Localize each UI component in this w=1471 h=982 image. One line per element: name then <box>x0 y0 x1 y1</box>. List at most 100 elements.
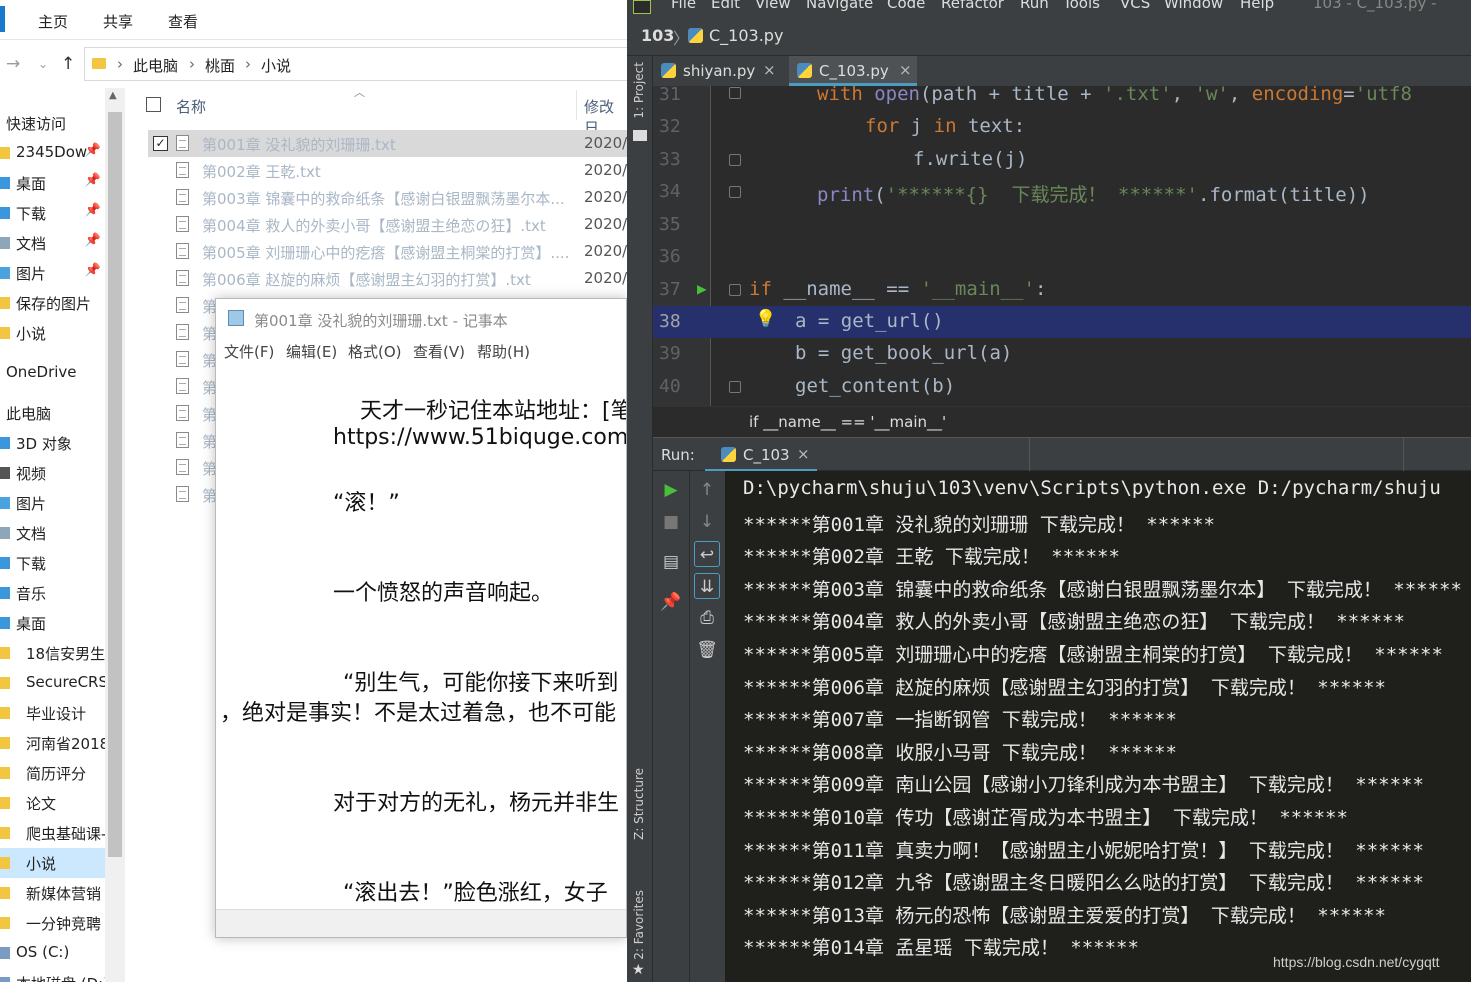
up-arrow-icon[interactable]: ↑ <box>61 54 75 74</box>
menu-view[interactable]: 查看(V) <box>413 341 465 362</box>
file-tab[interactable] <box>0 6 5 32</box>
fold-marker-icon[interactable] <box>729 381 741 393</box>
sidebar-item-novel[interactable]: 小说 <box>0 318 105 348</box>
print-icon[interactable]: ⎙ <box>694 605 720 631</box>
fold-marker-icon[interactable] <box>729 186 741 198</box>
code-line[interactable]: 33 f.write(j) <box>653 144 1471 176</box>
trash-icon[interactable]: 🗑 <box>694 637 720 663</box>
menu-tools[interactable]: Tools <box>1063 0 1100 12</box>
menu-navigate[interactable]: Navigate <box>806 0 873 12</box>
close-icon[interactable]: × <box>763 61 776 79</box>
close-icon[interactable]: × <box>797 445 810 463</box>
sidebar-item-music[interactable]: 音乐 <box>0 578 105 608</box>
code-line[interactable]: 39 b = get_book_url(a) <box>653 338 1471 370</box>
sidebar-item-onedrive[interactable]: OneDrive <box>0 358 105 388</box>
file-row[interactable]: ✓ 第001章 没礼貌的刘珊珊.txt 2020/ <box>148 130 627 157</box>
menu-file[interactable]: 文件(F) <box>224 341 274 362</box>
fold-marker-icon[interactable] <box>729 87 741 99</box>
file-row[interactable]: 第004章 救人的外卖小哥【感谢盟主绝恋の狂】.txt 2020/ <box>148 211 627 238</box>
sidebar-item-documents-pc[interactable]: 文档 <box>0 518 105 548</box>
tool-tab-project[interactable]: 1: Project <box>632 62 646 119</box>
sidebar-item-desktop-pc[interactable]: 桌面 <box>0 608 105 638</box>
forward-arrow-icon[interactable]: → <box>6 54 20 74</box>
menu-edit[interactable]: Edit <box>711 0 740 12</box>
select-all-checkbox[interactable] <box>146 97 161 112</box>
sidebar-item-drive-d[interactable]: 本地磁盘 (D:) <box>0 968 105 982</box>
address-bar[interactable]: › 此电脑 › 桃面 › 小说 <box>84 47 627 81</box>
notepad-text-area[interactable]: 天才一秒记住本站地址：[笔 https://www.51biquge.com “… <box>216 363 626 909</box>
column-header-name[interactable]: 名称 <box>176 96 206 117</box>
sidebar-item-new-media[interactable]: 新媒体营销 <box>0 878 105 908</box>
sidebar-item-this-pc[interactable]: 此电脑 <box>0 398 105 428</box>
fold-marker-icon[interactable] <box>729 284 741 296</box>
sidebar-item-saved-pictures[interactable]: 保存的图片 <box>0 288 105 318</box>
run-console[interactable]: D:\pycharm\shuju\103\venv\Scripts\python… <box>725 471 1471 982</box>
menu-help[interactable]: Help <box>1240 0 1274 12</box>
sidebar-item-3d-objects[interactable]: 3D 对象 <box>0 428 105 458</box>
code-line[interactable]: 36 <box>653 241 1471 273</box>
pin-icon[interactable]: 📌 <box>658 589 684 615</box>
run-tab-c103[interactable]: C_103 × <box>705 438 817 472</box>
sidebar-item-desktop[interactable]: 桌面 📌 <box>0 168 105 198</box>
sidebar-item-crawler[interactable]: 爬虫基础课- <box>0 818 105 848</box>
file-row[interactable]: 第002章 王乾.txt 2020/ <box>148 157 627 184</box>
sidebar-item-graduation[interactable]: 毕业设计 <box>0 698 105 728</box>
arrow-up-icon[interactable]: ↑ <box>694 477 720 503</box>
breadcrumb-novel[interactable]: 小说 <box>261 55 291 76</box>
code-line-current[interactable]: 38 💡 a = get_url() <box>653 306 1471 338</box>
code-line[interactable]: 37 ▶ if __name__ == '__main__': <box>653 274 1471 306</box>
row-checkbox[interactable]: ✓ <box>153 136 168 151</box>
recent-chevron-icon[interactable]: ⌄ <box>38 57 48 71</box>
menu-help[interactable]: 帮助(H) <box>477 341 530 362</box>
file-row[interactable]: 第005章 刘珊珊心中的疙瘩【感谢盟主桐棠的打赏】.... 2020/ <box>148 238 627 265</box>
code-line[interactable]: 34 print('******{} 下载完成！ ******'.format(… <box>653 176 1471 208</box>
menu-file[interactable]: File <box>671 0 696 12</box>
rerun-icon[interactable]: ▶ <box>658 477 684 503</box>
scroll-to-end-icon[interactable]: ⇊ <box>694 573 720 599</box>
nav-project[interactable]: 103 <box>641 26 674 45</box>
close-icon[interactable]: × <box>899 61 912 79</box>
run-gutter-icon[interactable]: ▶ <box>697 279 707 298</box>
sidebar-item-quick-access[interactable]: 快速访问 <box>0 108 105 138</box>
stop-icon[interactable]: ■ <box>658 509 684 535</box>
sidebar-item-one-minute[interactable]: 一分钟竞聘 <box>0 908 105 938</box>
menu-edit[interactable]: 编辑(E) <box>286 341 337 362</box>
nav-file[interactable]: C_103.py <box>709 26 783 45</box>
menu-vcs[interactable]: VCS <box>1120 0 1150 12</box>
sidebar-item-downloads-pc[interactable]: 下载 <box>0 548 105 578</box>
file-row[interactable]: 第003章 锦囊中的救命纸条【感谢白银盟飘荡墨尔本... 2020/ <box>148 184 627 211</box>
lightbulb-icon[interactable]: 💡 <box>755 309 776 329</box>
code-line[interactable]: 31 with open(path + title + '.txt', 'w',… <box>653 79 1471 111</box>
sidebar-item-drive-c[interactable]: OS (C:) <box>0 938 105 968</box>
breadcrumb-scope[interactable]: if __name__ == '__main__' <box>749 413 946 431</box>
file-row[interactable]: 第006章 赵旋的麻烦【感谢盟主幻羽的打赏】.txt 2020/ <box>148 265 627 292</box>
ribbon-tab-share[interactable]: 共享 <box>103 11 133 32</box>
menu-format[interactable]: 格式(O) <box>348 341 402 362</box>
soft-wrap-icon[interactable]: ↩ <box>694 541 720 567</box>
sidebar-item-resume[interactable]: 简历评分 <box>0 758 105 788</box>
notepad-titlebar[interactable]: 第001章 没礼貌的刘珊珊.txt - 记事本 <box>216 299 626 339</box>
layout-icon[interactable]: ▤ <box>658 549 684 575</box>
sidebar-item-securecrs[interactable]: SecureCRS <box>0 668 105 698</box>
breadcrumb-this-pc[interactable]: 此电脑 <box>133 55 178 76</box>
menu-code[interactable]: Code <box>887 0 925 12</box>
sidebar-item-folder-18[interactable]: 18信安男生 <box>0 638 105 668</box>
code-line[interactable]: 35 <box>653 209 1471 241</box>
ribbon-tab-view[interactable]: 查看 <box>168 11 198 32</box>
menu-run[interactable]: Run <box>1020 0 1049 12</box>
code-editor[interactable]: 31 with open(path + title + '.txt', 'w',… <box>653 83 1471 406</box>
sidebar-item-pictures-pc[interactable]: 图片 <box>0 488 105 518</box>
sidebar-item-thesis[interactable]: 论文 <box>0 788 105 818</box>
arrow-down-icon[interactable]: ↓ <box>694 509 720 535</box>
sidebar-item-downloads[interactable]: 下载 📌 <box>0 198 105 228</box>
sidebar-item-documents[interactable]: 文档 📌 <box>0 228 105 258</box>
sidebar-scroll-thumb[interactable] <box>108 112 122 857</box>
ribbon-tab-home[interactable]: 主页 <box>38 11 68 32</box>
breadcrumb-desktop[interactable]: 桃面 <box>205 55 235 76</box>
menu-refactor[interactable]: Refactor <box>941 0 1004 12</box>
menu-window[interactable]: Window <box>1164 0 1223 12</box>
scroll-up-arrow-icon[interactable]: ▲ <box>109 90 117 101</box>
tool-tab-structure[interactable]: Z: Structure <box>632 768 646 840</box>
code-line[interactable]: 32 for j in text: <box>653 111 1471 143</box>
sidebar-item-pictures[interactable]: 图片 📌 <box>0 258 105 288</box>
